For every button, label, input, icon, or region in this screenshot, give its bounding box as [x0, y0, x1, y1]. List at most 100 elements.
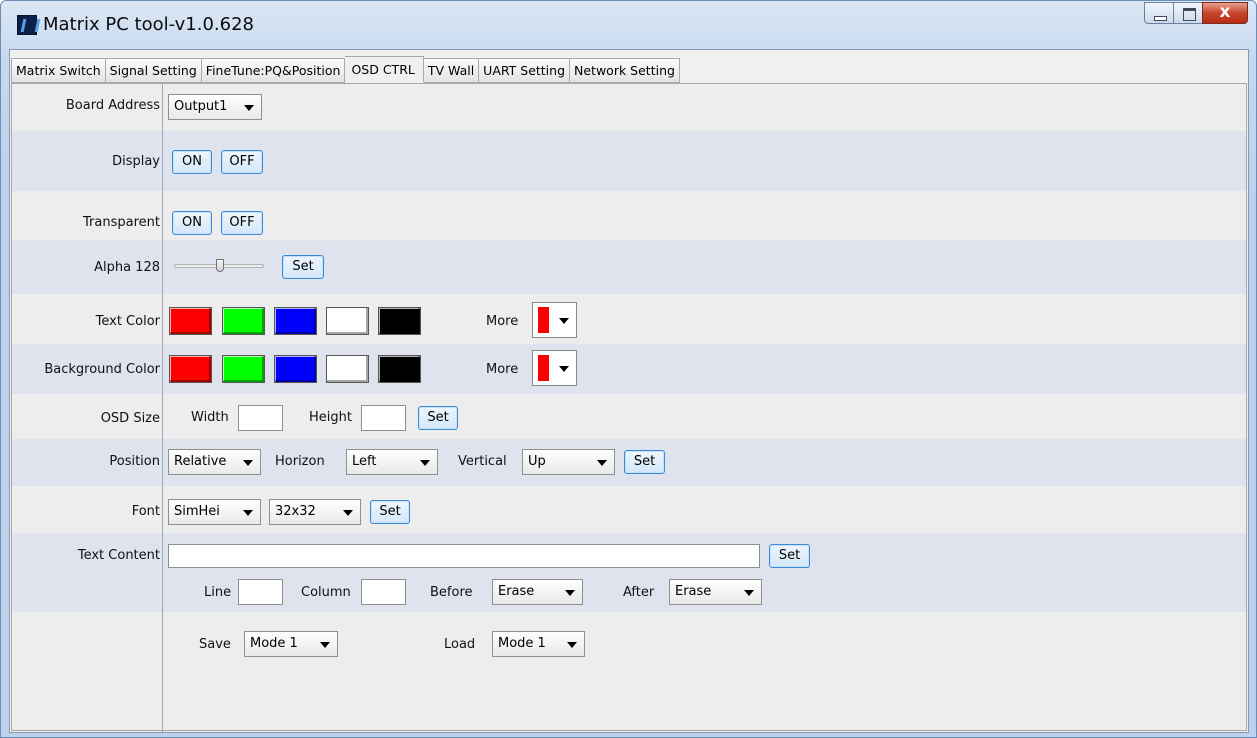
maximize-icon[interactable]: [1173, 2, 1203, 24]
position-mode-select[interactable]: Relative: [168, 449, 261, 475]
bg-color-swatch-white[interactable]: [326, 355, 369, 383]
chevron-down-icon: [744, 590, 754, 596]
osd-width-label: Width: [191, 410, 229, 425]
tab-network-setting[interactable]: Network Setting: [570, 58, 680, 83]
board-address-value: Output1: [174, 99, 228, 114]
close-icon[interactable]: [1202, 2, 1248, 24]
tab-osd-ctrl[interactable]: OSD CTRL: [345, 56, 424, 83]
load-label: Load: [444, 637, 476, 652]
transparent-on-button[interactable]: ON: [172, 211, 212, 235]
position-set-button[interactable]: Set: [624, 450, 665, 474]
display-label: Display: [112, 154, 160, 169]
text-content-label: Text Content: [77, 548, 160, 563]
text-color-current-chip: [538, 307, 549, 333]
text-color-more-picker[interactable]: [532, 302, 577, 338]
transparent-off-button[interactable]: OFF: [221, 211, 263, 235]
row-display: Display ON OFF: [12, 131, 1246, 191]
window-controls: [1144, 2, 1248, 24]
board-address-label: Board Address: [65, 98, 160, 113]
font-size-select[interactable]: 32x32: [269, 499, 361, 525]
chevron-down-icon: [320, 642, 330, 648]
text-content-input[interactable]: [168, 544, 760, 568]
app-window: Matrix PC tool-v1.0.628 Matrix Switch Si…: [0, 0, 1257, 738]
before-select[interactable]: Erase: [492, 579, 583, 605]
row-background-color: Background Color More: [12, 344, 1246, 394]
background-color-current-chip: [538, 355, 549, 381]
horizon-select[interactable]: Left: [346, 449, 438, 475]
minimize-icon[interactable]: [1144, 2, 1174, 24]
chevron-down-icon: [559, 366, 569, 372]
window-title: Matrix PC tool-v1.0.628: [43, 14, 254, 35]
row-text-color: Text Color More: [12, 294, 1246, 344]
save-mode-value: Mode 1: [250, 636, 298, 651]
row-save-load: Save Mode 1 Load Mode 1: [12, 612, 1246, 672]
text-color-swatch-red[interactable]: [169, 307, 212, 335]
save-label: Save: [199, 637, 231, 652]
chevron-down-icon: [420, 460, 430, 466]
transparent-label: Transparent: [83, 215, 160, 230]
title-bar[interactable]: Matrix PC tool-v1.0.628: [1, 1, 1256, 49]
text-color-swatch-black[interactable]: [378, 307, 421, 335]
alpha-slider-thumb[interactable]: [216, 259, 224, 272]
font-set-button[interactable]: Set: [370, 500, 410, 524]
column-label: Column: [301, 585, 351, 600]
alpha-set-button[interactable]: Set: [282, 255, 324, 279]
osd-ctrl-panel: Board Address Output1 Display ON OFF Tra…: [11, 83, 1247, 732]
after-select[interactable]: Erase: [669, 579, 762, 605]
line-input[interactable]: [238, 579, 283, 605]
background-color-label: Background Color: [44, 362, 160, 377]
bg-color-swatch-black[interactable]: [378, 355, 421, 383]
osd-size-set-button[interactable]: Set: [418, 406, 458, 430]
board-address-select[interactable]: Output1: [168, 94, 262, 120]
row-alpha: Alpha 128 Set: [12, 240, 1246, 294]
row-transparent: Transparent ON OFF: [12, 191, 1246, 240]
chevron-down-icon: [343, 510, 353, 516]
row-position: Position Relative Horizon Left Vertical …: [12, 439, 1246, 486]
background-color-more-picker[interactable]: [532, 350, 577, 386]
osd-width-input[interactable]: [238, 405, 283, 431]
vertical-value: Up: [528, 454, 546, 469]
display-on-button[interactable]: ON: [172, 150, 212, 174]
chevron-down-icon: [244, 105, 254, 111]
load-mode-value: Mode 1: [498, 636, 546, 651]
chevron-down-icon: [565, 590, 575, 596]
tab-bar: Matrix Switch Signal Setting FineTune:PQ…: [11, 56, 680, 83]
text-content-set-button[interactable]: Set: [769, 544, 810, 568]
bg-color-swatch-blue[interactable]: [274, 355, 317, 383]
text-color-swatch-blue[interactable]: [274, 307, 317, 335]
row-board-address: Board Address Output1: [12, 84, 1246, 131]
chevron-down-icon: [567, 642, 577, 648]
tab-matrix-switch[interactable]: Matrix Switch: [11, 58, 106, 83]
alpha-label: Alpha 128: [94, 260, 160, 275]
alpha-slider[interactable]: [174, 259, 264, 272]
vertical-select[interactable]: Up: [522, 449, 615, 475]
load-mode-select[interactable]: Mode 1: [492, 631, 585, 657]
display-off-button[interactable]: OFF: [221, 150, 263, 174]
bg-color-swatch-red[interactable]: [169, 355, 212, 383]
position-mode-value: Relative: [174, 454, 227, 469]
horizon-value: Left: [352, 454, 377, 469]
column-input[interactable]: [361, 579, 406, 605]
label-column-divider: [162, 84, 163, 732]
tab-tv-wall[interactable]: TV Wall: [423, 58, 480, 83]
chevron-down-icon: [559, 318, 569, 324]
tab-finetune[interactable]: FineTune:PQ&Position: [201, 58, 346, 83]
horizon-label: Horizon: [275, 454, 325, 469]
text-color-swatch-green[interactable]: [222, 307, 265, 335]
tab-uart-setting[interactable]: UART Setting: [479, 58, 571, 83]
font-family-select[interactable]: SimHei: [168, 499, 261, 525]
bg-color-swatch-green[interactable]: [222, 355, 265, 383]
tab-signal-setting[interactable]: Signal Setting: [105, 58, 202, 83]
text-color-swatch-white[interactable]: [326, 307, 369, 335]
before-value: Erase: [498, 584, 535, 599]
osd-height-input[interactable]: [361, 405, 406, 431]
row-font: Font SimHei 32x32 Set: [12, 486, 1246, 533]
background-color-more-label: More: [486, 362, 519, 377]
font-size-value: 32x32: [275, 504, 316, 519]
after-label: After: [623, 585, 655, 600]
save-mode-select[interactable]: Mode 1: [244, 631, 338, 657]
chevron-down-icon: [597, 460, 607, 466]
text-color-label: Text Color: [95, 314, 160, 329]
text-color-more-label: More: [486, 314, 519, 329]
font-family-value: SimHei: [174, 504, 220, 519]
